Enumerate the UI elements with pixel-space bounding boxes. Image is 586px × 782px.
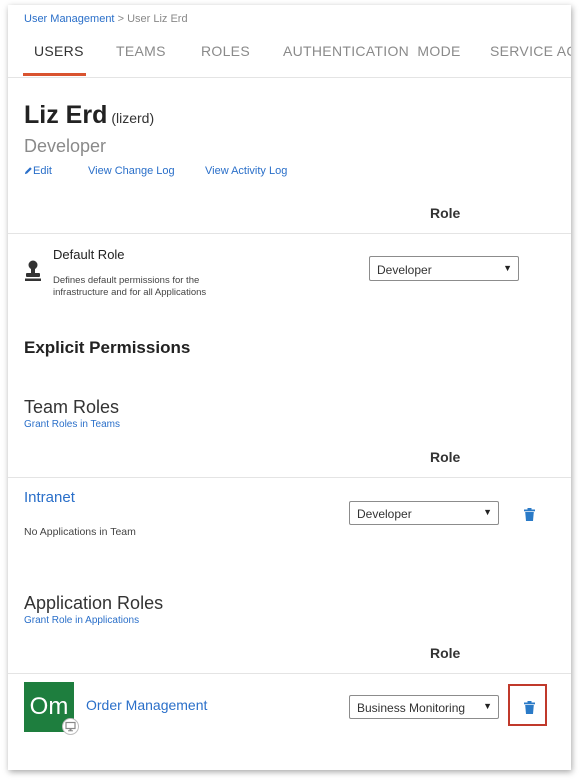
user-detail-panel: User Management > User Liz Erd USERS TEA… (8, 5, 571, 770)
chevron-down-icon: ▼ (483, 701, 492, 711)
application-roles-column-header: Role (430, 645, 461, 661)
user-login: (lizerd) (111, 110, 155, 126)
chevron-down-icon: ▼ (483, 507, 492, 517)
default-role-select-value: Developer (377, 263, 432, 277)
chevron-down-icon: ▼ (503, 263, 512, 273)
user-stamp-icon (25, 260, 41, 281)
tab-roles[interactable]: ROLES (201, 43, 250, 59)
delete-button-highlight (508, 684, 547, 726)
team-roles-column-header: Role (430, 449, 461, 465)
breadcrumb-current: User Liz Erd (127, 13, 188, 25)
tabs-divider (8, 77, 571, 78)
application-role-select[interactable]: Business Monitoring ▼ (349, 695, 499, 719)
team-role-select[interactable]: Developer ▼ (349, 501, 499, 525)
application-roles-heading: Application Roles (24, 593, 164, 613)
team-name-link[interactable]: Intranet (24, 489, 75, 506)
user-title: Developer (24, 136, 107, 156)
breadcrumb: User Management > User Liz Erd (24, 13, 188, 25)
pencil-icon (24, 167, 32, 175)
tab-users[interactable]: USERS (34, 43, 84, 59)
team-role-select-value: Developer (357, 507, 412, 521)
grant-roles-in-teams-link[interactable]: Grant Roles in Teams (24, 419, 120, 430)
monitor-icon (65, 721, 76, 732)
breadcrumb-separator: > (117, 13, 124, 25)
grant-role-in-applications-link[interactable]: Grant Role in Applications (24, 615, 139, 626)
edit-link-label: Edit (33, 165, 52, 177)
user-name-heading: Liz Erd (lizerd) (24, 101, 154, 130)
tab-authentication-mode[interactable]: AUTHENTICATION MODE (283, 43, 461, 59)
tab-service-accounts[interactable]: SERVICE ACC (490, 43, 571, 59)
application-roles-divider (8, 673, 571, 674)
tab-bar: USERS TEAMS ROLES AUTHENTICATION MODE SE… (8, 33, 571, 79)
user-full-name: Liz Erd (24, 101, 108, 129)
default-role-description: Defines default permissions for the infr… (53, 275, 207, 298)
explicit-permissions-heading: Explicit Permissions (24, 338, 191, 357)
team-note: No Applications in Team (24, 526, 136, 538)
default-role-select[interactable]: Developer ▼ (369, 256, 519, 281)
delete-team-role-trash-icon[interactable] (524, 508, 535, 521)
active-tab-indicator (23, 73, 86, 76)
breadcrumb-user-management[interactable]: User Management (24, 13, 115, 25)
tab-teams[interactable]: TEAMS (116, 43, 166, 59)
application-role-select-value: Business Monitoring (357, 701, 466, 715)
default-role-title: Default Role (53, 247, 125, 262)
default-role-column-header: Role (430, 205, 461, 221)
monitor-badge (62, 718, 79, 735)
view-change-log-link[interactable]: View Change Log (88, 165, 175, 177)
application-name-link[interactable]: Order Management (86, 697, 207, 713)
default-role-divider (8, 233, 571, 234)
team-roles-heading: Team Roles (24, 397, 120, 417)
view-activity-log-link[interactable]: View Activity Log (205, 165, 287, 177)
edit-link[interactable]: Edit (24, 165, 52, 177)
team-roles-divider (8, 477, 571, 478)
